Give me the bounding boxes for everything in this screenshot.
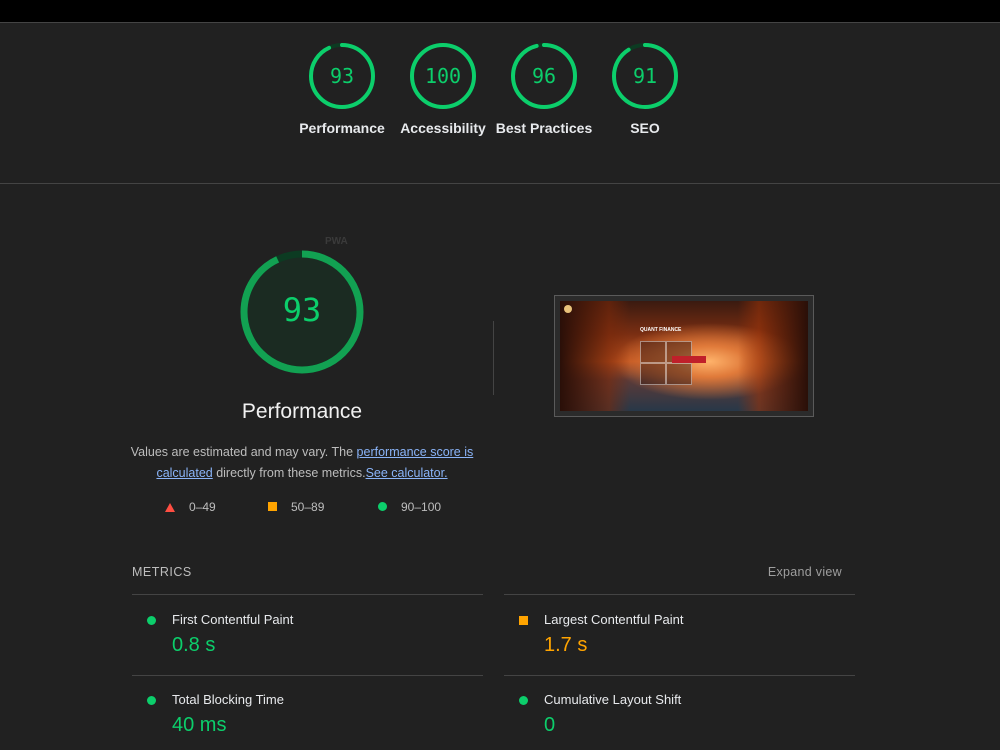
screenshot-page-title: QUANT FINANCE xyxy=(640,327,682,333)
metrics-heading: METRICS xyxy=(132,565,192,579)
expand-view-toggle[interactable]: Expand view xyxy=(768,565,842,579)
gauge-score: 96 xyxy=(531,64,557,88)
score-gauges: 93 Performance 100 Accessibility 96 Best… xyxy=(0,42,1000,172)
desc-text: directly from these metrics. xyxy=(212,466,366,480)
gauge-best-practices[interactable]: 96 Best Practices xyxy=(494,42,594,139)
warning-banner xyxy=(672,356,706,363)
divider-section xyxy=(0,183,1000,184)
performance-description: Values are estimated and may vary. The p… xyxy=(122,442,482,484)
gauge-performance[interactable]: 93 Performance xyxy=(292,42,392,139)
gauge-score: 100 xyxy=(424,64,462,88)
see-calculator-link[interactable]: See calculator. xyxy=(366,466,448,480)
circle-pass-icon xyxy=(378,502,387,511)
gauge-score: 91 xyxy=(632,64,658,88)
divider-top xyxy=(0,22,1000,23)
metric-name: Cumulative Layout Shift xyxy=(544,692,682,707)
metric-value: 40 ms xyxy=(172,714,227,736)
metric-divider xyxy=(132,675,483,676)
circle-pass-icon xyxy=(147,616,156,625)
legend-pass-label: 90–100 xyxy=(401,500,442,514)
gauge-score: 93 xyxy=(329,64,355,88)
pwa-badge: PWA xyxy=(325,236,348,247)
circle-pass-icon xyxy=(147,696,156,705)
gauge-label: Best Practices xyxy=(495,120,593,136)
legend-average: 50–89 xyxy=(268,500,324,514)
gauge-label: SEO xyxy=(630,120,660,136)
performance-score: 93 xyxy=(282,291,322,329)
site-logo-icon xyxy=(564,305,572,313)
circle-pass-icon xyxy=(519,696,528,705)
gauge-label: Accessibility xyxy=(400,120,486,136)
vertical-divider xyxy=(493,321,494,395)
metric-name: First Contentful Paint xyxy=(172,612,294,627)
metric-name: Total Blocking Time xyxy=(172,692,284,707)
gauge-label: Performance xyxy=(299,120,385,136)
top-bar xyxy=(0,0,1000,22)
triangle-fail-icon xyxy=(165,503,175,512)
legend-average-label: 50–89 xyxy=(291,500,325,514)
metric-name: Largest Contentful Paint xyxy=(544,612,684,627)
metric-divider xyxy=(504,594,855,595)
metric-divider xyxy=(132,594,483,595)
metric-value: 0 xyxy=(544,714,556,736)
desc-text: Values are estimated and may vary. The xyxy=(130,445,357,459)
gauge-seo[interactable]: 91 SEO xyxy=(595,42,695,139)
metric-divider xyxy=(504,675,855,676)
legend-pass: 90–100 xyxy=(378,500,441,514)
metric-value: 1.7 s xyxy=(544,634,588,656)
performance-title: Performance xyxy=(241,400,363,423)
final-screenshot[interactable]: QUANT FINANCE xyxy=(554,295,814,417)
performance-gauge: 93 xyxy=(238,248,366,376)
square-average-icon xyxy=(519,616,528,625)
legend-fail: 0–49 xyxy=(165,500,216,514)
gauge-accessibility[interactable]: 100 Accessibility xyxy=(393,42,493,139)
square-average-icon xyxy=(268,502,277,511)
legend-fail-label: 0–49 xyxy=(189,500,216,514)
metric-value: 0.8 s xyxy=(172,634,216,656)
screenshot-image: QUANT FINANCE xyxy=(560,301,808,411)
